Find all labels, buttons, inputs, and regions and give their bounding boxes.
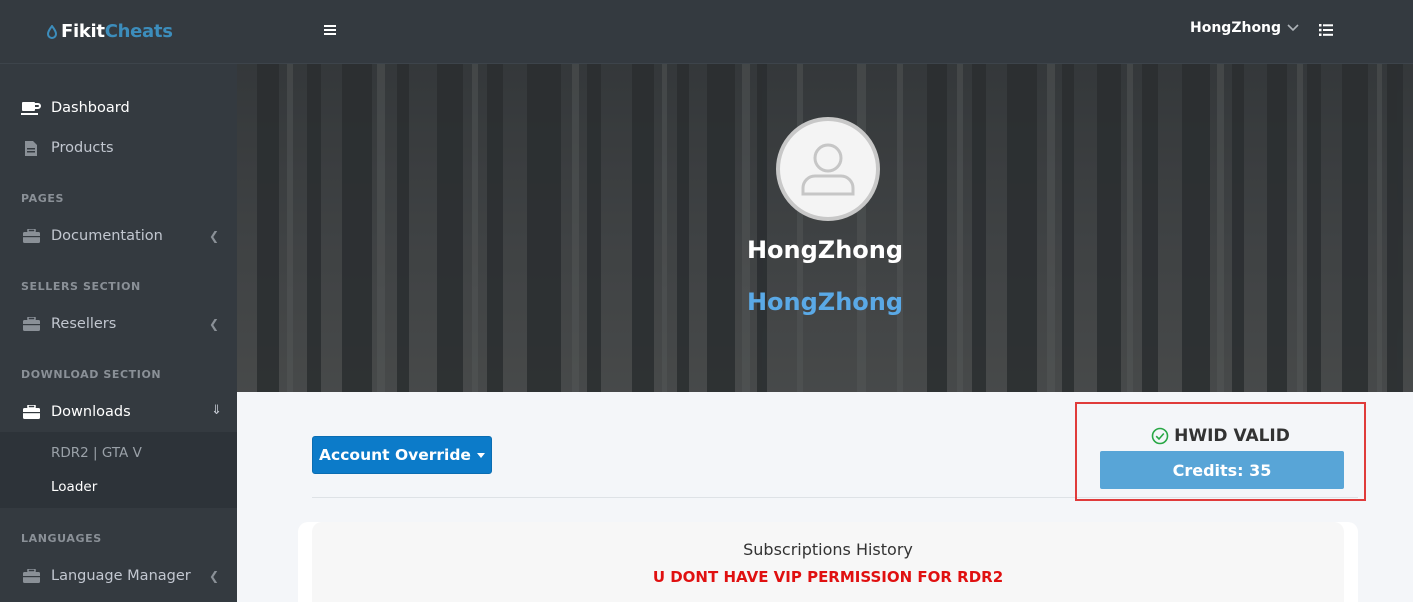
chevron-left-icon: ❮ [208, 317, 219, 331]
hero-overlay [237, 64, 1413, 392]
hwid-status-panel: HWID VALID Credits: 35 [1075, 402, 1366, 501]
hwid-status: HWID VALID [1077, 426, 1364, 446]
downloads-submenu: RDR2 | GTA V Loader [0, 432, 237, 508]
nav-header-download: DOWNLOAD SECTION [21, 368, 162, 381]
drop-icon [46, 24, 58, 39]
sidebar-item-dashboard[interactable]: Dashboard [0, 88, 237, 128]
sidebar-item-products[interactable]: Products [0, 128, 237, 168]
chevron-left-icon: ❮ [208, 569, 219, 583]
nav-header-sellers: SELLERS SECTION [21, 280, 141, 293]
sidebar-item-language-manager[interactable]: Language Manager ❮ [0, 556, 237, 596]
coffee-icon [21, 100, 41, 116]
credits-button[interactable]: Credits: 35 [1100, 451, 1344, 489]
chevrons-down-icon: ⇓ [211, 403, 222, 418]
sidebar-subitem-rdr2-gtav[interactable]: RDR2 | GTA V [0, 436, 237, 470]
subscriptions-card-body: Subscriptions History U DONT HAVE VIP PE… [312, 522, 1344, 602]
sidebar-item-downloads[interactable]: Downloads ⇓ [0, 392, 237, 432]
profile-hero: HongZhong HongZhong [237, 64, 1413, 392]
sidebar-item-label: Downloads [51, 404, 131, 420]
subscriptions-title: Subscriptions History [743, 540, 913, 559]
user-icon [801, 143, 855, 196]
chevron-down-icon [1287, 24, 1299, 32]
hamburger-icon[interactable] [324, 24, 336, 36]
sidebar: FikitCheats Dashboard Products PAGES Doc… [0, 0, 237, 602]
main-content: Account Override HWID VALID Credits: 35 … [237, 392, 1413, 602]
hwid-status-label: HWID VALID [1174, 426, 1290, 446]
sidebar-item-resellers[interactable]: Resellers ❮ [0, 304, 237, 344]
sidebar-item-label: Dashboard [51, 100, 130, 116]
check-circle-icon [1151, 427, 1169, 445]
sidebar-subitem-loader[interactable]: Loader [0, 470, 237, 504]
user-menu[interactable]: HongZhong [1190, 20, 1299, 36]
vip-warning: U DONT HAVE VIP PERMISSION FOR RDR2 [652, 568, 1004, 586]
briefcase-icon [21, 404, 41, 420]
sidebar-nav: Dashboard Products PAGES Documentation ❮… [0, 64, 237, 596]
brand-logo[interactable]: FikitCheats [0, 0, 237, 64]
account-override-label: Account Override [319, 446, 471, 464]
sidebar-item-label: Language Manager [51, 568, 191, 584]
sidebar-item-label: Products [51, 140, 114, 156]
profile-username: HongZhong [746, 288, 904, 316]
briefcase-icon [21, 316, 41, 332]
brand-text-primary: Fikit [61, 21, 105, 42]
caret-down-icon [476, 452, 485, 458]
file-icon [21, 140, 41, 156]
nav-header-pages: PAGES [21, 192, 65, 205]
brand-text-accent: Cheats [104, 21, 173, 42]
subscriptions-card: Subscriptions History U DONT HAVE VIP PE… [298, 522, 1358, 602]
nav-header-languages: LANGUAGES [21, 532, 102, 545]
topbar: HongZhong [237, 0, 1413, 64]
chevron-left-icon: ❮ [208, 229, 219, 243]
sidebar-item-label: Documentation [51, 228, 163, 244]
briefcase-icon [21, 228, 41, 244]
briefcase-icon [21, 568, 41, 584]
sidebar-item-label: Resellers [51, 316, 117, 332]
account-override-button[interactable]: Account Override [312, 436, 492, 474]
username-label: HongZhong [1190, 20, 1282, 36]
sidebar-item-documentation[interactable]: Documentation ❮ [0, 216, 237, 256]
profile-name: HongZhong [746, 236, 904, 264]
avatar [776, 117, 880, 221]
list-icon[interactable] [1319, 23, 1333, 37]
